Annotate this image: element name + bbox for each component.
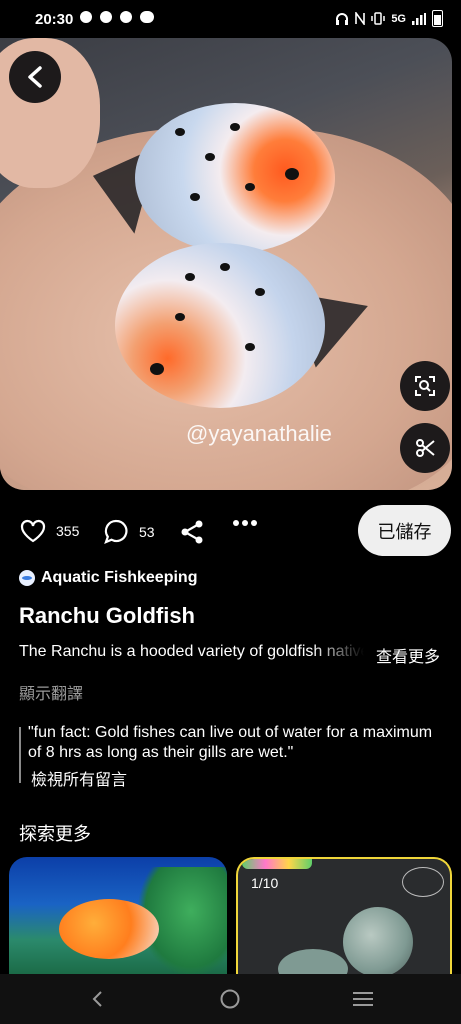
like-count: 355 <box>56 523 80 539</box>
status-time: 20:30 <box>35 11 74 28</box>
nfc-icon <box>355 12 366 25</box>
quote-divider <box>19 727 21 783</box>
see-more-link[interactable]: 查看更多 <box>376 643 440 667</box>
more-options-button[interactable] <box>232 519 258 527</box>
goldfish-photo <box>59 899 159 959</box>
network-type: 5G <box>391 12 406 25</box>
system-navigation-bar <box>0 974 461 1024</box>
board-name: Aquatic Fishkeeping <box>41 569 198 586</box>
board-link[interactable]: Aquatic Fishkeeping <box>19 569 197 587</box>
saved-button[interactable]: 已儲存 <box>358 505 451 556</box>
status-bar: 20:30 5G <box>0 0 461 38</box>
facebook-icon <box>80 11 92 23</box>
ceramic-object <box>343 907 413 975</box>
like-button[interactable]: 355 <box>20 519 79 543</box>
explore-more-heading: 探索更多 <box>19 824 91 844</box>
cloud-icon <box>140 11 154 23</box>
menu-lines-icon <box>353 992 373 1006</box>
comment-button[interactable]: 53 <box>104 519 155 544</box>
heart-icon <box>20 519 46 543</box>
image-watermark: @yayanathalie <box>186 421 332 446</box>
vibrate-icon <box>371 12 386 25</box>
headphones-icon <box>336 13 349 25</box>
card-logo <box>402 867 444 897</box>
share-button[interactable] <box>180 519 204 545</box>
ceramic-object <box>278 949 348 975</box>
share-icon <box>181 520 203 544</box>
back-button[interactable] <box>9 51 61 103</box>
card-decoration <box>242 859 312 869</box>
cutout-button[interactable] <box>400 423 450 473</box>
lens-search-icon <box>415 376 435 396</box>
more-dots-icon <box>233 520 257 526</box>
top-comment: "fun fact: Gold fishes can live out of w… <box>28 724 433 761</box>
nav-home-button[interactable] <box>218 988 242 1010</box>
goldfish-figure <box>135 103 335 253</box>
signal-icon <box>412 12 426 25</box>
goldfish-figure <box>115 243 325 408</box>
related-pin-card[interactable]: 1/10 <box>236 857 452 975</box>
board-avatar <box>19 570 35 586</box>
system-icons: 5G <box>335 10 443 27</box>
related-pin-card[interactable] <box>9 857 227 975</box>
nav-recents-button[interactable] <box>351 988 375 1010</box>
visual-search-button[interactable] <box>400 361 450 411</box>
comment-count: 53 <box>139 523 155 540</box>
pin-title: Ranchu Goldfish <box>19 603 195 628</box>
battery-icon <box>432 10 443 27</box>
back-icon <box>92 991 102 1007</box>
comment-icon <box>104 519 128 544</box>
nav-back-button[interactable] <box>85 988 109 1010</box>
sync-icon <box>100 11 112 23</box>
scissors-icon <box>416 439 435 457</box>
pin-description: The Ranchu is a hooded variety of goldfi… <box>19 643 364 660</box>
home-circle-icon <box>220 989 240 1009</box>
carousel-counter: 1/10 <box>251 875 279 891</box>
upload-icon <box>120 11 132 23</box>
chevron-left-icon <box>28 66 42 88</box>
view-all-comments-link[interactable]: 檢視所有留言 <box>31 766 127 790</box>
pin-image[interactable]: @yayanathalie <box>0 38 452 490</box>
show-translation-link[interactable]: 顯示翻譯 <box>19 680 83 704</box>
notification-icons <box>80 11 154 23</box>
pin-actions: 355 53 已儲存 <box>0 505 461 557</box>
